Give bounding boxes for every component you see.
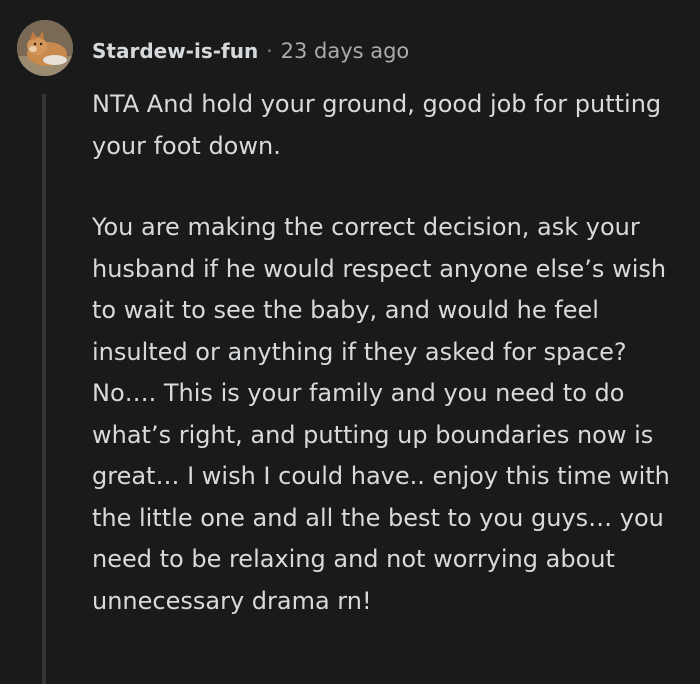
comment-body: NTA And hold your ground, good job for p… [92, 84, 682, 622]
comment-paragraph: You are making the correct decision, ask… [92, 213, 670, 615]
dog-avatar-icon [17, 20, 73, 76]
comment: Stardew-is-fun · 23 days ago NTA And hol… [0, 0, 700, 684]
user-avatar[interactable] [17, 20, 73, 76]
author-username-link[interactable]: Stardew-is-fun [92, 39, 258, 63]
comment-header: Stardew-is-fun · 23 days ago [92, 38, 409, 64]
meta-separator: · [266, 39, 273, 63]
comment-timestamp-link[interactable]: 23 days ago [281, 39, 410, 63]
thread-collapse-line[interactable] [42, 94, 46, 684]
comment-paragraph: NTA And hold your ground, good job for p… [92, 90, 662, 160]
